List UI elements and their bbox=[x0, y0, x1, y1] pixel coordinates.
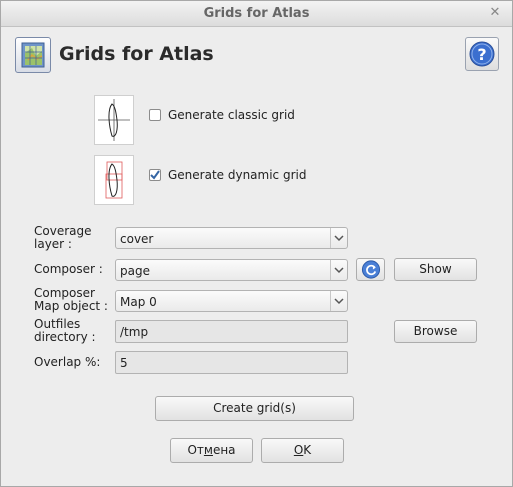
classic-grid-checkbox[interactable] bbox=[149, 109, 161, 121]
show-composer-button[interactable]: Show bbox=[394, 258, 477, 281]
page-title: Grids for Atlas bbox=[59, 43, 214, 65]
outfiles-directory-input[interactable]: /tmp bbox=[115, 320, 348, 343]
classic-grid-label[interactable]: Generate classic grid bbox=[168, 108, 295, 122]
dynamic-grid-label[interactable]: Generate dynamic grid bbox=[168, 168, 306, 182]
ok-button[interactable]: OK bbox=[261, 438, 344, 463]
refresh-icon bbox=[361, 260, 380, 279]
cancel-label-mnemonic: м bbox=[203, 443, 213, 457]
refresh-composer-button[interactable] bbox=[356, 258, 385, 281]
svg-text:?: ? bbox=[477, 45, 486, 64]
ok-label-mnemonic: O bbox=[293, 443, 304, 457]
dynamic-grid-checkbox[interactable] bbox=[149, 169, 161, 181]
coverage-layer-value: cover bbox=[120, 232, 154, 246]
composer-label: Composer : bbox=[34, 262, 103, 276]
map-object-select[interactable]: Map 0 bbox=[115, 290, 348, 312]
checkmark-icon bbox=[150, 170, 160, 180]
composer-value: page bbox=[120, 264, 150, 278]
map-object-label-line2: Map object : bbox=[34, 299, 108, 313]
chevron-down-icon[interactable] bbox=[330, 260, 347, 280]
coverage-layer-label: Coverage layer : bbox=[34, 225, 92, 251]
browse-button[interactable]: Browse bbox=[394, 320, 477, 343]
coverage-layer-select[interactable]: cover bbox=[115, 227, 348, 249]
outfiles-directory-label: Outfiles directory : bbox=[34, 318, 96, 344]
dialog-window: Grids for Atlas ✕ Grids for Atlas ? Gene… bbox=[0, 0, 513, 487]
chevron-down-icon[interactable] bbox=[330, 291, 347, 311]
composer-select[interactable]: page bbox=[115, 259, 348, 281]
window-title: Grids for Atlas bbox=[203, 6, 310, 21]
dynamic-grid-thumbnail bbox=[94, 155, 134, 205]
ok-label-end: K bbox=[303, 443, 312, 457]
overlap-input[interactable]: 5 bbox=[115, 351, 348, 374]
cancel-button[interactable]: Отмена bbox=[170, 438, 253, 463]
chevron-down-icon[interactable] bbox=[330, 228, 347, 248]
classic-grid-thumbnail bbox=[94, 95, 134, 145]
close-icon[interactable]: ✕ bbox=[488, 6, 502, 20]
create-grids-button[interactable]: Create grid(s) bbox=[155, 396, 354, 421]
overlap-label: Overlap %: bbox=[34, 355, 101, 369]
map-object-value: Map 0 bbox=[120, 295, 157, 309]
help-icon: ? bbox=[469, 41, 495, 67]
cancel-label-start: От bbox=[187, 443, 204, 457]
help-button[interactable]: ? bbox=[465, 37, 499, 71]
map-object-label: Composer Map object : bbox=[34, 287, 108, 313]
coverage-layer-label-line2: layer : bbox=[34, 237, 72, 251]
cancel-label-end: ена bbox=[212, 443, 236, 457]
outfiles-label-line2: directory : bbox=[34, 330, 96, 344]
atlas-grid-icon bbox=[15, 37, 51, 73]
title-bar[interactable]: Grids for Atlas ✕ bbox=[1, 1, 512, 27]
